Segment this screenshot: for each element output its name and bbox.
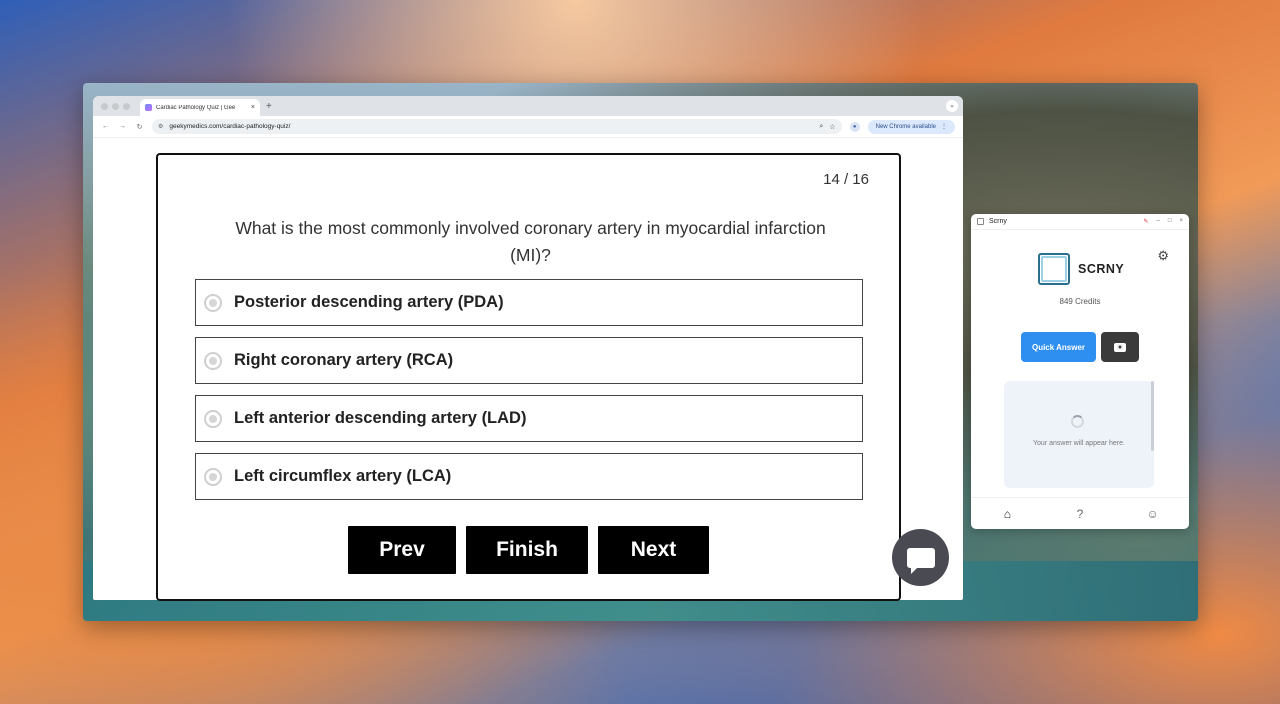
screenshot-button[interactable] <box>1101 332 1139 362</box>
help-icon[interactable]: ? <box>1070 507 1090 521</box>
scrny-bottom-nav: ⌂ ? ☺ <box>971 497 1189 529</box>
camera-icon <box>1114 342 1126 352</box>
scrny-window-controls: ✎ – □ × <box>1143 218 1183 225</box>
back-arrow-icon[interactable]: ← <box>101 123 110 130</box>
pin-icon[interactable]: ✎ <box>1143 218 1148 225</box>
home-icon[interactable]: ⌂ <box>997 507 1017 521</box>
option-label: Right coronary artery (RCA) <box>234 351 454 369</box>
address-url[interactable]: geekymedics.com/cardiac-pathology-quiz/ <box>169 123 813 130</box>
forward-arrow-icon[interactable]: → <box>118 123 127 130</box>
close-icon[interactable]: × <box>1179 218 1183 225</box>
option-label: Left anterior descending artery (LAD) <box>234 409 527 427</box>
zoom-icon[interactable]: ⌕ <box>819 123 823 131</box>
radio-button[interactable] <box>204 351 222 370</box>
next-button[interactable]: Next <box>598 526 709 574</box>
user-icon[interactable]: ☺ <box>1143 507 1163 521</box>
app-icon <box>977 218 984 225</box>
scrny-window: Scrny ✎ – □ × ⚙ SCRNY 849 Credits Quick … <box>971 214 1189 529</box>
maximize-window-icon[interactable] <box>123 102 130 110</box>
reload-icon[interactable]: ↻ <box>135 123 144 131</box>
chat-button[interactable] <box>892 529 949 586</box>
answer-option[interactable]: Left anterior descending artery (LAD) <box>195 395 863 442</box>
radio-button[interactable] <box>204 467 222 486</box>
minimize-icon[interactable]: – <box>1157 218 1160 225</box>
tab-close-icon[interactable]: × <box>251 104 255 111</box>
scrny-window-title: Scrny <box>989 218 1007 225</box>
tab-title: Cardiac Pathology Quiz | Gee <box>156 104 236 111</box>
quick-answer-button[interactable]: Quick Answer <box>1021 332 1096 362</box>
answer-option[interactable]: Right coronary artery (RCA) <box>195 337 863 384</box>
brand-name: SCRNY <box>1078 262 1125 276</box>
favicon-icon <box>145 104 152 111</box>
tab-search-icon[interactable]: ⌄ <box>946 100 958 112</box>
option-label: Left circumflex artery (LCA) <box>234 467 452 485</box>
finish-button[interactable]: Finish <box>466 526 588 574</box>
credits-count: 849 Credits <box>1059 297 1101 306</box>
minimize-window-icon[interactable] <box>112 102 119 110</box>
chrome-update-button[interactable]: New Chrome available ⋮ <box>867 119 955 134</box>
prev-button[interactable]: Prev <box>348 526 456 574</box>
quiz-card: 14 / 16 What is the most commonly involv… <box>156 153 901 601</box>
update-label: New Chrome available <box>875 123 936 130</box>
answer-panel: Your answer will appear here. <box>1004 381 1154 488</box>
close-window-icon[interactable] <box>101 102 108 110</box>
site-info-icon[interactable]: ⚙ <box>158 123 163 130</box>
star-icon[interactable]: ☆ <box>829 123 835 131</box>
answer-placeholder: Your answer will appear here. <box>1033 440 1125 447</box>
answer-option[interactable]: Left circumflex artery (LCA) <box>195 453 863 500</box>
gear-icon[interactable]: ⚙ <box>1157 248 1169 264</box>
tab-strip: Cardiac Pathology Quiz | Gee × + ⌄ <box>93 96 963 116</box>
kebab-menu-icon[interactable]: ⋮ <box>941 123 947 130</box>
profile-icon[interactable]: ● <box>849 121 860 132</box>
scrny-logo-icon <box>1038 253 1070 285</box>
new-tab-button[interactable]: + <box>266 101 272 112</box>
address-bar[interactable]: ⚙ geekymedics.com/cardiac-pathology-quiz… <box>152 119 842 134</box>
radio-button[interactable] <box>204 409 222 428</box>
answer-option[interactable]: Posterior descending artery (PDA) <box>195 279 863 326</box>
question-text: What is the most commonly involved coron… <box>235 218 826 265</box>
question-counter: 14 / 16 <box>823 171 869 188</box>
scrny-brand: SCRNY <box>1038 253 1124 285</box>
radio-button[interactable] <box>204 293 222 312</box>
browser-tab[interactable]: Cardiac Pathology Quiz | Gee × <box>140 99 260 116</box>
loading-spinner-icon <box>1071 415 1084 428</box>
option-label: Posterior descending artery (PDA) <box>234 293 504 311</box>
chat-icon <box>906 547 935 574</box>
scrny-title-bar: Scrny ✎ – □ × <box>971 214 1189 230</box>
window-controls[interactable] <box>101 102 130 110</box>
maximize-icon[interactable]: □ <box>1168 218 1172 225</box>
browser-toolbar: ← → ↻ ⚙ geekymedics.com/cardiac-patholog… <box>93 116 963 138</box>
